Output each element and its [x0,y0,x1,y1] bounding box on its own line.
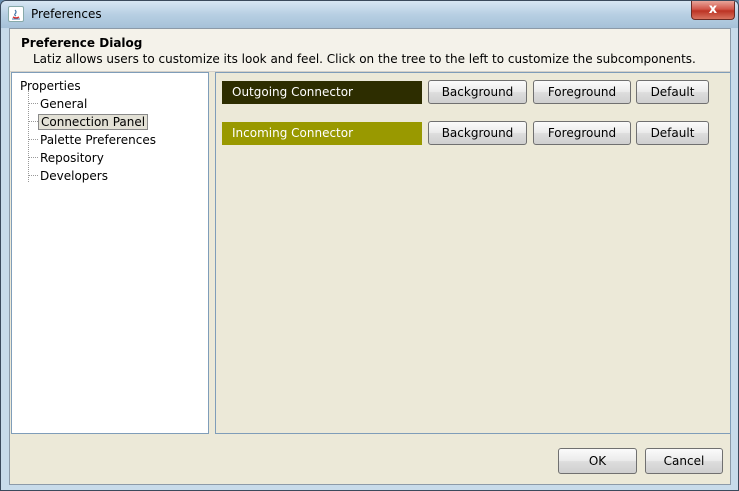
tree-branch-line [28,103,38,104]
cancel-button[interactable]: Cancel [645,448,723,474]
dialog-header-description: Latiz allows users to customize its look… [33,52,696,66]
outgoing-connector-swatch: Outgoing Connector [222,81,422,104]
title-bar[interactable]: Preferences x [1,1,738,28]
tree-branch-line [28,175,38,176]
tree-branch-line [28,139,38,140]
incoming-default-button[interactable]: Default [636,121,709,145]
tree-item-developers[interactable]: Developers [40,169,108,183]
outgoing-default-button[interactable]: Default [636,80,709,104]
java-app-icon [8,6,24,22]
tree-item-connection-panel[interactable]: Connection Panel [38,114,149,130]
dialog-footer: OK Cancel [10,434,730,484]
tree-item-repository[interactable]: Repository [40,151,104,165]
tree-item-palette-preferences[interactable]: Palette Preferences [40,133,156,147]
dialog-header-title: Preference Dialog [21,36,143,50]
tree-branch-line [28,121,38,122]
outgoing-background-button[interactable]: Background [428,80,527,104]
preferences-window: Preferences x Preference Dialog Latiz al… [0,0,739,491]
dialog-header: Preference Dialog Latiz allows users to … [10,29,730,72]
connection-panel: Outgoing Connector Background Foreground… [215,72,731,434]
outgoing-foreground-button[interactable]: Foreground [533,80,631,104]
tree-item-general[interactable]: General [40,97,87,111]
tree-root-properties[interactable]: Properties [20,79,81,93]
incoming-connector-swatch: Incoming Connector [222,122,422,145]
incoming-background-button[interactable]: Background [428,121,527,145]
tree-branch-line [28,157,38,158]
ok-button[interactable]: OK [558,448,637,474]
preferences-tree[interactable]: Properties General Connection Panel Pale… [11,72,209,434]
incoming-foreground-button[interactable]: Foreground [533,121,631,145]
window-title: Preferences [31,7,102,21]
close-button[interactable]: x [691,1,735,20]
dialog-client-area: Preference Dialog Latiz allows users to … [9,28,731,485]
